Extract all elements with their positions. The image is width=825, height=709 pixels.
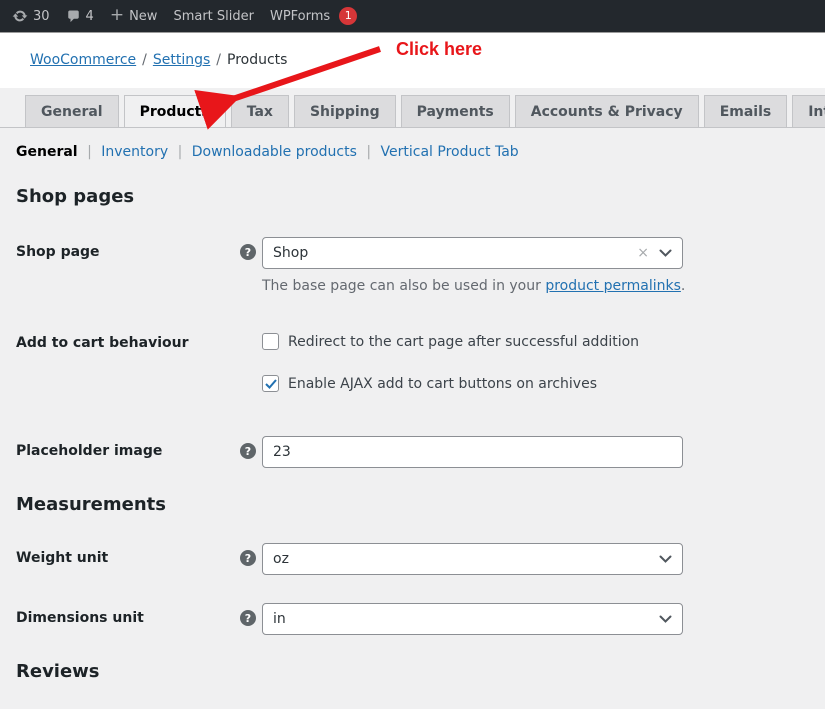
redirect-to-cart-checkbox[interactable] bbox=[262, 333, 279, 350]
subnav-general[interactable]: General bbox=[16, 144, 78, 160]
tab-emails[interactable]: Emails bbox=[704, 95, 788, 127]
chevron-down-icon bbox=[659, 555, 672, 564]
new-label: New bbox=[129, 9, 157, 24]
section-title-reviews: Reviews bbox=[16, 661, 805, 682]
update-icon bbox=[12, 8, 28, 24]
enable-ajax-option[interactable]: Enable AJAX add to cart buttons on archi… bbox=[262, 370, 805, 392]
new-menu[interactable]: + New bbox=[110, 9, 158, 24]
chevron-down-icon bbox=[659, 615, 672, 624]
breadcrumb-current-page: Products bbox=[227, 52, 287, 68]
tab-accounts-privacy[interactable]: Accounts & Privacy bbox=[515, 95, 699, 127]
shop-page-label: Shop page bbox=[16, 237, 240, 260]
help-icon[interactable]: ? bbox=[240, 550, 256, 566]
menu-item-wpforms[interactable]: WPForms 1 bbox=[270, 7, 357, 25]
product-permalinks-link[interactable]: product permalinks bbox=[545, 278, 681, 294]
enable-ajax-option-label: Enable AJAX add to cart buttons on archi… bbox=[288, 376, 597, 392]
tab-products[interactable]: Products bbox=[124, 95, 226, 128]
chevron-down-icon bbox=[659, 249, 672, 258]
check-icon bbox=[265, 379, 277, 389]
help-icon[interactable]: ? bbox=[240, 443, 256, 459]
redirect-to-cart-option[interactable]: Redirect to the cart page after successf… bbox=[262, 328, 805, 350]
settings-tabs: General Products Tax Shipping Payments A… bbox=[0, 88, 825, 128]
weight-unit-select[interactable]: oz bbox=[262, 543, 683, 575]
tab-payments[interactable]: Payments bbox=[401, 95, 510, 127]
dimensions-unit-select[interactable]: in bbox=[262, 603, 683, 635]
form-row-shop-page: Shop page ? Shop × The base page can als… bbox=[16, 237, 805, 294]
clear-selection-icon[interactable]: × bbox=[637, 246, 649, 260]
tab-tax[interactable]: Tax bbox=[231, 95, 289, 127]
form-row-add-to-cart: Add to cart behaviour Redirect to the ca… bbox=[16, 328, 805, 392]
form-row-placeholder-image: Placeholder image ? bbox=[16, 436, 805, 468]
breadcrumb-settings-link[interactable]: Settings bbox=[153, 52, 210, 68]
breadcrumb-woocommerce-link[interactable]: WooCommerce bbox=[30, 52, 136, 68]
enable-ajax-checkbox[interactable] bbox=[262, 375, 279, 392]
subnav-downloadable-products[interactable]: Downloadable products bbox=[192, 144, 357, 160]
redirect-to-cart-option-label: Redirect to the cart page after successf… bbox=[288, 334, 639, 350]
updates-menu[interactable]: 30 bbox=[12, 8, 50, 24]
help-icon[interactable]: ? bbox=[240, 244, 256, 260]
wc-settings-header: WooCommerce / Settings / Products bbox=[0, 32, 825, 88]
placeholder-image-label: Placeholder image bbox=[16, 436, 240, 459]
section-title-shop-pages: Shop pages bbox=[16, 186, 805, 207]
subnav-inventory[interactable]: Inventory bbox=[101, 144, 168, 160]
plus-icon: + bbox=[110, 7, 124, 24]
shop-page-helper-text: The base page can also be used in your p… bbox=[262, 278, 805, 294]
breadcrumb-separator: / bbox=[142, 52, 147, 68]
settings-content: General | Inventory | Downloadable produ… bbox=[0, 144, 825, 682]
dimensions-unit-select-value: in bbox=[273, 611, 659, 627]
subnav-vertical-product-tab[interactable]: Vertical Product Tab bbox=[381, 144, 519, 160]
products-subnav: General | Inventory | Downloadable produ… bbox=[16, 144, 805, 160]
tab-general[interactable]: General bbox=[25, 95, 119, 127]
tab-integration[interactable]: Integration bbox=[792, 95, 825, 127]
shop-page-select-value: Shop bbox=[273, 245, 637, 261]
wpforms-badge: 1 bbox=[339, 7, 357, 25]
help-icon[interactable]: ? bbox=[240, 610, 256, 626]
tab-shipping[interactable]: Shipping bbox=[294, 95, 396, 127]
form-row-weight-unit: Weight unit ? oz bbox=[16, 543, 805, 575]
admin-bar: 30 4 + New Smart Slider WPForms 1 bbox=[0, 0, 825, 32]
breadcrumb: WooCommerce / Settings / Products bbox=[30, 52, 287, 68]
breadcrumb-separator: / bbox=[216, 52, 221, 68]
weight-unit-label: Weight unit bbox=[16, 543, 240, 566]
shop-page-select[interactable]: Shop × bbox=[262, 237, 683, 269]
section-title-measurements: Measurements bbox=[16, 494, 805, 515]
weight-unit-select-value: oz bbox=[273, 551, 659, 567]
updates-count: 30 bbox=[33, 9, 50, 24]
comment-icon bbox=[66, 9, 81, 24]
placeholder-image-input[interactable] bbox=[262, 436, 683, 468]
dimensions-unit-label: Dimensions unit bbox=[16, 603, 240, 626]
comments-menu[interactable]: 4 bbox=[66, 9, 94, 24]
menu-item-smart-slider[interactable]: Smart Slider bbox=[173, 9, 254, 24]
comments-count: 4 bbox=[86, 9, 94, 24]
form-row-dimensions-unit: Dimensions unit ? in bbox=[16, 603, 805, 635]
add-to-cart-label: Add to cart behaviour bbox=[16, 328, 240, 351]
